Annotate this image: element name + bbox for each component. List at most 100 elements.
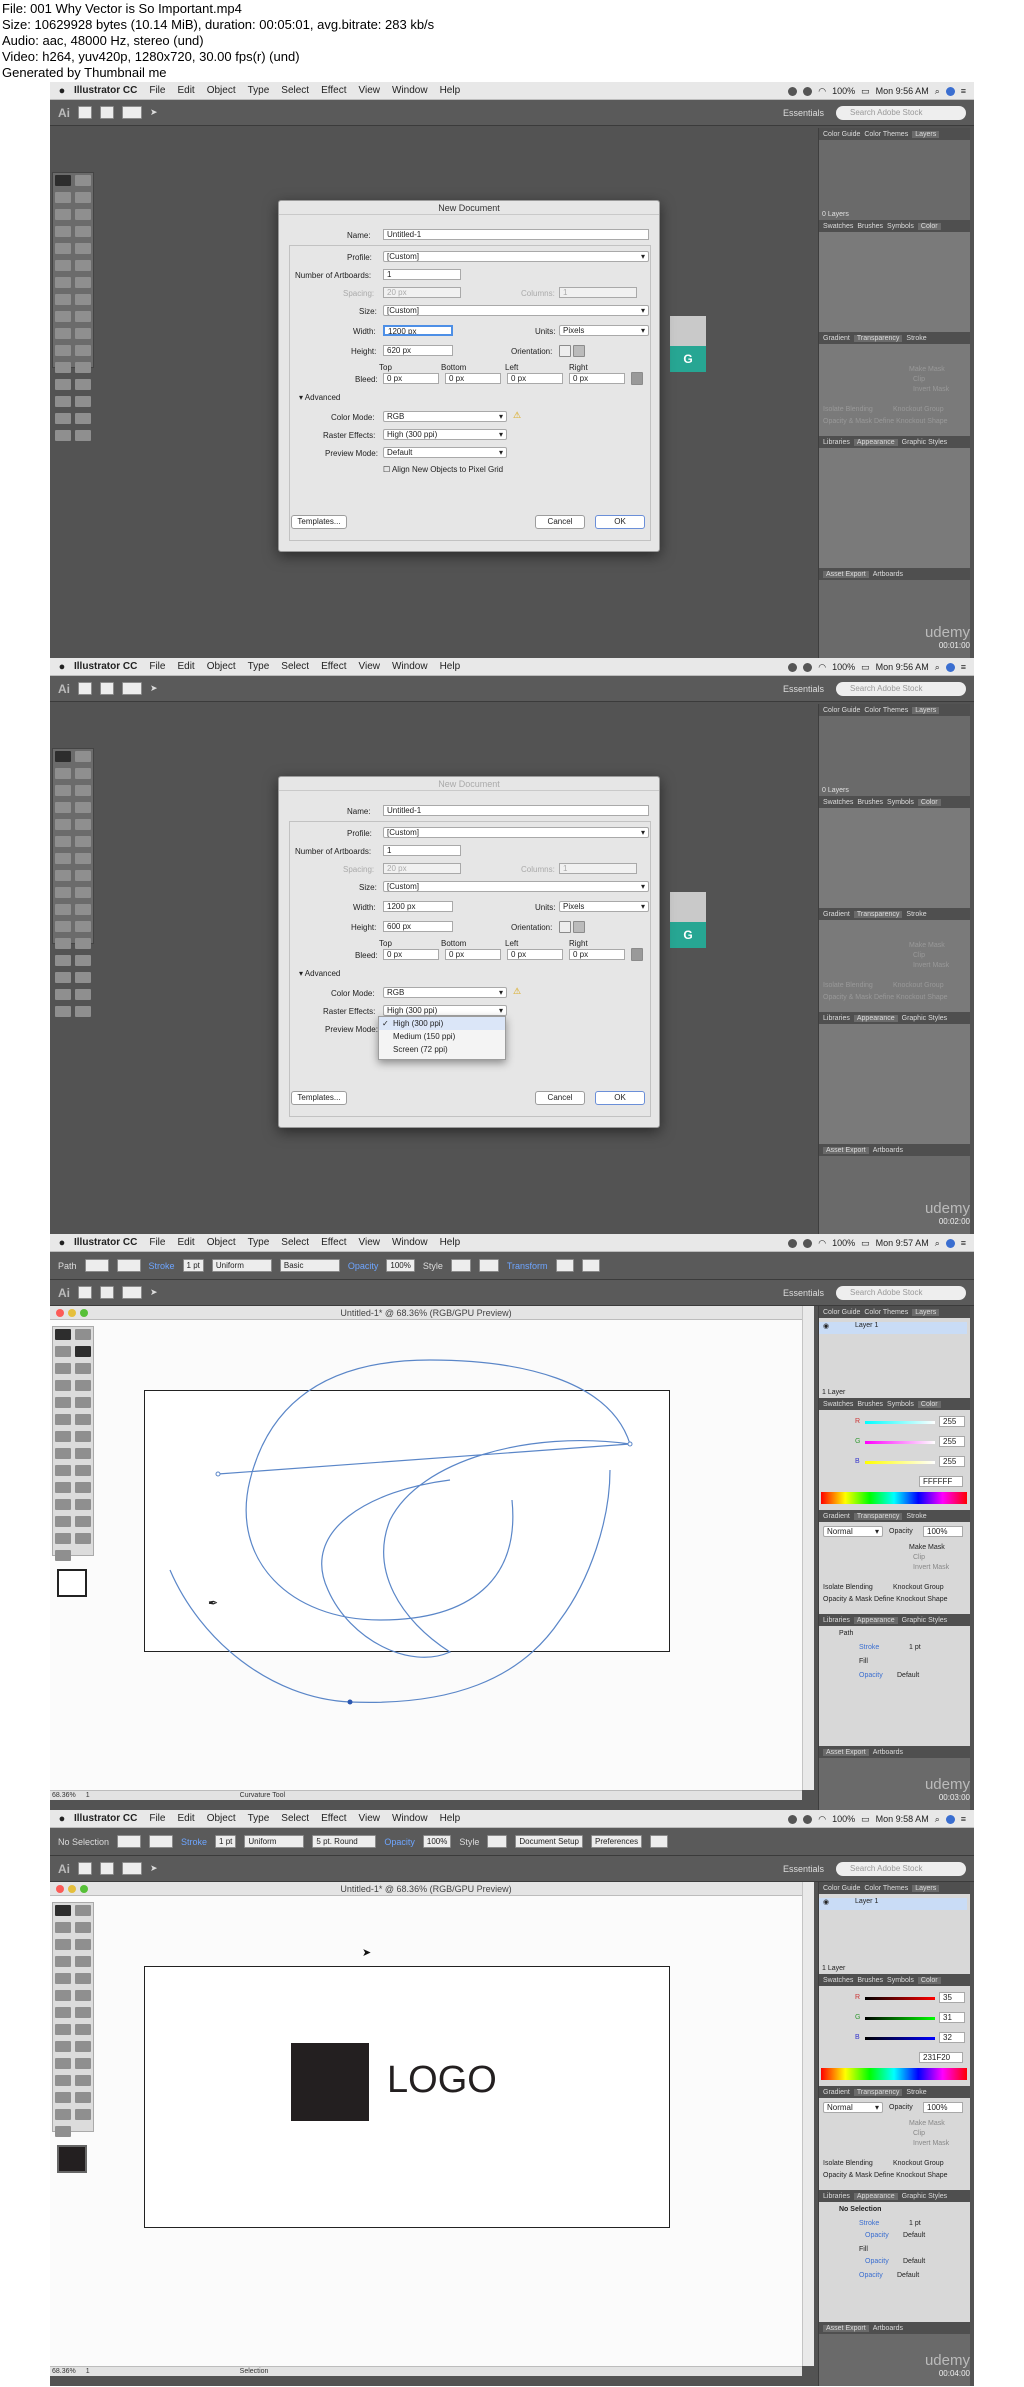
status-icon[interactable] bbox=[788, 1814, 798, 1824]
panel-menu-icon[interactable] bbox=[650, 1835, 669, 1848]
tab-artboards[interactable]: Artboards bbox=[873, 1749, 903, 1756]
opacity-mask-checkbox[interactable]: Opacity & Mask Define Knockout Shape bbox=[823, 2172, 948, 2179]
menu-icon[interactable]: ≡ bbox=[961, 1814, 966, 1824]
pen-tool-icon[interactable] bbox=[55, 785, 71, 796]
line-tool-icon[interactable] bbox=[55, 1380, 71, 1391]
paintbrush-icon[interactable] bbox=[75, 819, 91, 830]
tab-layers[interactable]: Layers bbox=[912, 1884, 940, 1892]
logo-text[interactable]: LOGO bbox=[387, 2059, 497, 2102]
workspace-switcher[interactable]: Essentials bbox=[783, 1864, 824, 1874]
fill-stroke-swatch[interactable] bbox=[57, 2145, 87, 2173]
zoom-level[interactable]: 68.36% bbox=[52, 2368, 76, 2375]
appearance-opacity[interactable]: Opacity bbox=[859, 1672, 883, 1679]
tab-swatches[interactable]: Swatches bbox=[823, 799, 853, 806]
opacity-input[interactable]: 100% bbox=[386, 1259, 415, 1272]
curvature-tool-icon[interactable] bbox=[75, 1922, 91, 1933]
advanced-toggle[interactable]: ▾ Advanced bbox=[299, 969, 340, 978]
bridge-icon[interactable] bbox=[78, 1862, 92, 1875]
shape-builder-icon[interactable] bbox=[55, 311, 71, 322]
rotate-icon[interactable] bbox=[55, 853, 71, 864]
symbol-sprayer-icon[interactable] bbox=[55, 362, 71, 373]
battery-icon[interactable]: ▭ bbox=[861, 1238, 870, 1249]
stock-icon[interactable] bbox=[100, 1862, 114, 1875]
menu-type[interactable]: Type bbox=[248, 661, 270, 672]
slice-icon[interactable] bbox=[55, 1533, 71, 1544]
invert-mask-checkbox[interactable]: Invert Mask bbox=[913, 2140, 949, 2147]
clip-checkbox[interactable]: Clip bbox=[913, 952, 925, 959]
shape-builder-icon[interactable] bbox=[75, 2024, 91, 2035]
bleed-bottom-input[interactable]: 0 px bbox=[445, 949, 501, 960]
layer-row[interactable]: ◉ Layer 1 bbox=[819, 1322, 967, 1334]
logo-square[interactable] bbox=[291, 2043, 369, 2121]
brush-select[interactable]: Basic bbox=[279, 1259, 340, 1272]
eraser-icon[interactable] bbox=[55, 1414, 71, 1425]
slice-icon[interactable] bbox=[55, 2109, 71, 2120]
paintbrush-icon[interactable] bbox=[55, 1973, 71, 1984]
fill-swatch[interactable] bbox=[117, 1835, 142, 1848]
battery-icon[interactable]: ▭ bbox=[861, 662, 870, 673]
search-icon[interactable]: ⌕ bbox=[935, 86, 940, 97]
vertical-scrollbar[interactable] bbox=[802, 1882, 814, 2366]
gradient-icon[interactable] bbox=[75, 904, 91, 915]
curvature-tool-icon[interactable] bbox=[75, 785, 91, 796]
knockout-group-checkbox[interactable]: Knockout Group bbox=[893, 406, 944, 413]
anchor-point[interactable] bbox=[347, 1699, 353, 1705]
opacity-input[interactable]: 100% bbox=[923, 2102, 963, 2113]
eyedropper-icon[interactable] bbox=[55, 921, 71, 932]
width-input[interactable]: 1200 px bbox=[383, 901, 453, 912]
green-slider[interactable] bbox=[865, 1441, 935, 1444]
tab-brushes[interactable]: Brushes bbox=[857, 223, 883, 230]
landscape-icon[interactable] bbox=[573, 921, 585, 933]
menu-edit[interactable]: Edit bbox=[177, 85, 194, 96]
status-icon[interactable] bbox=[788, 1238, 798, 1248]
tab-symbols[interactable]: Symbols bbox=[887, 223, 914, 230]
curvature-path[interactable] bbox=[169, 1359, 631, 1703]
tab-symbols[interactable]: Symbols bbox=[887, 799, 914, 806]
units-select[interactable]: Pixels bbox=[559, 325, 649, 336]
opacity-mask-checkbox[interactable]: Opacity & Mask Define Knockout Shape bbox=[823, 994, 948, 1001]
status-icon[interactable] bbox=[803, 1814, 813, 1824]
pen-tool-icon[interactable] bbox=[55, 209, 71, 220]
gradient-icon[interactable] bbox=[55, 2058, 71, 2069]
wifi-icon[interactable]: ◠ bbox=[818, 1238, 826, 1249]
mesh-icon[interactable] bbox=[75, 2041, 91, 2052]
status-icon[interactable] bbox=[803, 86, 813, 96]
columns-input[interactable]: 1 bbox=[559, 287, 637, 298]
menu-help[interactable]: Help bbox=[440, 1813, 461, 1824]
artboard-icon[interactable] bbox=[55, 379, 71, 390]
stroke-link[interactable]: Stroke bbox=[149, 1261, 175, 1271]
tab-color-themes[interactable]: Color Themes bbox=[864, 1309, 908, 1316]
tab-color-guide[interactable]: Color Guide bbox=[823, 131, 860, 138]
bleed-left-input[interactable]: 0 px bbox=[507, 373, 563, 384]
blend-icon[interactable] bbox=[75, 345, 91, 356]
battery-icon[interactable]: ▭ bbox=[861, 1814, 870, 1825]
rectangle-tool-icon[interactable] bbox=[75, 1956, 91, 1967]
apple-icon[interactable]: ● bbox=[50, 661, 74, 673]
preferences-button[interactable]: Preferences bbox=[590, 1835, 643, 1848]
opacity-link[interactable]: Opacity bbox=[348, 1261, 379, 1271]
workspace-switcher[interactable]: Essentials bbox=[783, 108, 824, 118]
rectangle-tool-icon[interactable] bbox=[75, 1380, 91, 1391]
menu-type[interactable]: Type bbox=[248, 1237, 270, 1248]
mesh-icon[interactable] bbox=[55, 328, 71, 339]
siri-icon[interactable] bbox=[945, 1238, 955, 1248]
send-icon[interactable]: ➤ bbox=[150, 107, 158, 118]
screen-mode-icon[interactable] bbox=[75, 1006, 91, 1017]
menu-file[interactable]: File bbox=[149, 1237, 165, 1248]
tab-symbols[interactable]: Symbols bbox=[887, 1401, 914, 1408]
tab-color[interactable]: Color bbox=[917, 222, 941, 230]
bleed-right-input[interactable]: 0 px bbox=[569, 373, 625, 384]
stroke-swatch-icon[interactable] bbox=[75, 989, 91, 1000]
perspective-icon[interactable] bbox=[55, 1465, 71, 1476]
tab-gradient[interactable]: Gradient bbox=[823, 335, 850, 342]
invert-mask-checkbox[interactable]: Invert Mask bbox=[913, 1564, 949, 1571]
tab-artboards[interactable]: Artboards bbox=[873, 571, 903, 578]
menu-view[interactable]: View bbox=[358, 85, 380, 96]
menu-object[interactable]: Object bbox=[207, 85, 236, 96]
tab-artboards[interactable]: Artboards bbox=[873, 2325, 903, 2332]
menu-effect[interactable]: Effect bbox=[321, 1813, 346, 1824]
app-menu[interactable]: Illustrator CC bbox=[74, 1237, 137, 1248]
search-icon[interactable]: ⌕ bbox=[935, 662, 940, 673]
size-select[interactable]: [Custom] bbox=[383, 305, 649, 316]
menu-icon[interactable]: ≡ bbox=[961, 1238, 966, 1248]
